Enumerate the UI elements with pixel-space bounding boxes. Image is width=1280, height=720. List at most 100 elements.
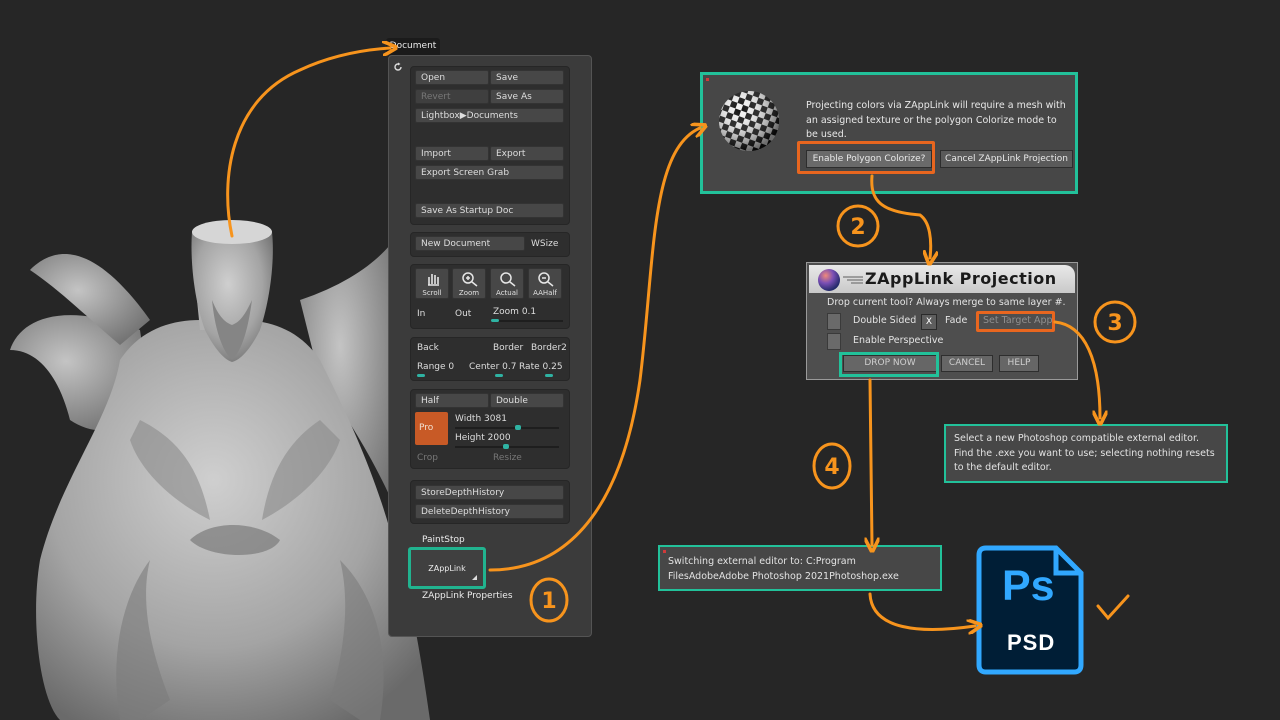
zapplink-properties-label[interactable]: ZAppLink Properties: [422, 591, 513, 601]
out-button[interactable]: Out: [455, 307, 471, 321]
size-group: Half Double Pro Width 3081 Height 2000 C…: [410, 389, 570, 469]
width-slider[interactable]: Width 3081: [455, 412, 507, 426]
width-slider-knob[interactable]: [515, 425, 521, 430]
open-button[interactable]: Open: [415, 70, 489, 85]
zoom-group: Scroll Zoom Actual AAHalf In Out Zoom 0.…: [410, 264, 570, 329]
range-slider[interactable]: Range 0: [417, 360, 454, 374]
zoom-icon-label: Zoom: [458, 289, 480, 297]
zoom-slider-fill: [491, 319, 499, 322]
center-slider-fill: [495, 374, 503, 377]
range-label: Range: [417, 362, 446, 372]
corner-triangle-icon: [472, 575, 477, 580]
status-text: Switching external editor to: C:Program …: [668, 556, 899, 582]
scroll-label: Scroll: [422, 289, 442, 297]
editor-switch-status: Switching external editor to: C:Program …: [658, 545, 942, 591]
rate-value: 0.25: [542, 362, 563, 372]
in-button[interactable]: In: [417, 307, 425, 321]
actual-label: Actual: [496, 289, 518, 297]
cancel-zapplink-projection-button[interactable]: Cancel ZAppLink Projection: [940, 150, 1073, 168]
aahalf-label: AAHalf: [533, 289, 557, 297]
range-value: 0: [448, 362, 455, 372]
rate-slider[interactable]: Rate 0.25: [519, 360, 563, 374]
sculpt-render: [10, 220, 430, 720]
depth-history-group: StoreDepthHistory DeleteDepthHistory: [410, 480, 570, 524]
file-group: Open Save Revert Save As Lightbox▶Docume…: [410, 66, 570, 225]
export-button[interactable]: Export: [490, 146, 564, 161]
magnify-half-icon: [538, 272, 554, 287]
zapplink-label: ZAppLink: [428, 564, 466, 573]
projection-help-button[interactable]: HELP: [999, 355, 1039, 372]
delete-depth-history-button[interactable]: DeleteDepthHistory: [415, 504, 564, 519]
zoom-slider-label[interactable]: Zoom 0.1: [493, 305, 536, 319]
import-button[interactable]: Import: [415, 146, 489, 161]
revert-button[interactable]: Revert: [415, 89, 489, 104]
hand-icon: [428, 274, 439, 286]
status-dot-icon: [663, 550, 666, 553]
enable-perspective-checkbox[interactable]: [827, 333, 841, 350]
new-document-button[interactable]: New Document: [415, 236, 525, 251]
magnify-plus-icon: [462, 272, 478, 287]
zoom-label: Zoom: [493, 307, 519, 317]
double-sided-label: Double Sided: [853, 315, 917, 326]
speed-lines-icon: [843, 276, 863, 284]
zapplink-sphere-icon: [818, 269, 840, 291]
width-value: 3081: [484, 414, 507, 424]
crop-button[interactable]: Crop: [417, 451, 438, 465]
set-target-app-tooltip: Select a new Photoshop compatible extern…: [944, 424, 1228, 483]
zoom-slider-track[interactable]: [491, 320, 563, 322]
back-button[interactable]: Back: [417, 341, 439, 355]
save-as-button[interactable]: Save As: [490, 89, 564, 104]
half-button[interactable]: Half: [415, 393, 489, 408]
export-screen-grab-button[interactable]: Export Screen Grab: [415, 165, 564, 180]
height-slider[interactable]: Height 2000: [455, 431, 511, 445]
height-value: 2000: [487, 433, 511, 443]
ps-logo-text: Ps: [1002, 562, 1055, 610]
enable-perspective-label: Enable Perspective: [853, 335, 944, 346]
rate-label: Rate: [519, 362, 540, 372]
lightbox-documents-button[interactable]: Lightbox▶Documents: [415, 108, 564, 123]
center-label: Center: [469, 362, 500, 372]
magnify-icon: [500, 272, 516, 287]
new-document-group: New Document WSize: [410, 232, 570, 257]
document-tab[interactable]: Document: [386, 38, 440, 55]
psd-label: PSD: [1007, 630, 1056, 655]
resize-button[interactable]: Resize: [493, 451, 522, 465]
close-dot-icon[interactable]: [706, 78, 709, 81]
actual-button[interactable]: Actual: [490, 268, 524, 299]
zoom-value: 0.1: [521, 307, 537, 317]
projection-subtitle: Drop current tool? Always merge to same …: [827, 297, 1066, 308]
width-slider-track: [455, 427, 559, 429]
fade-x-box[interactable]: X: [921, 314, 937, 330]
height-label: Height: [455, 433, 485, 443]
zoom-icon-button[interactable]: Zoom: [452, 268, 486, 299]
store-depth-history-button[interactable]: StoreDepthHistory: [415, 485, 564, 500]
paintstop-label[interactable]: PaintStop: [422, 535, 465, 545]
wsize-button[interactable]: WSize: [531, 237, 558, 251]
save-as-startup-doc-button[interactable]: Save As Startup Doc: [415, 203, 564, 218]
aahalf-button[interactable]: AAHalf: [528, 268, 562, 299]
notice-message: Projecting colors via ZAppLink will requ…: [806, 100, 1066, 140]
set-target-app-highlight: [976, 311, 1055, 332]
center-value: 0.7: [502, 362, 517, 372]
drop-now-highlight: [839, 352, 939, 377]
border-button[interactable]: Border: [493, 341, 523, 355]
projection-cancel-button[interactable]: CANCEL: [941, 355, 993, 372]
background-group: Back Border Border2 Range 0 Center 0.7 R…: [410, 337, 570, 381]
enable-polygon-colorize-highlight: [797, 141, 935, 174]
scroll-button[interactable]: Scroll: [415, 268, 449, 299]
pro-button[interactable]: Pro: [415, 412, 448, 445]
double-button[interactable]: Double: [490, 393, 564, 408]
height-slider-knob[interactable]: [503, 444, 509, 449]
refresh-icon[interactable]: [393, 62, 403, 72]
range-slider-fill: [417, 374, 425, 377]
border2-button[interactable]: Border2: [531, 341, 567, 355]
rate-slider-fill: [545, 374, 553, 377]
projection-header: ZAppLink Projection: [809, 265, 1075, 293]
save-button[interactable]: Save: [490, 70, 564, 85]
checker-sphere-icon: [719, 91, 779, 151]
double-sided-checkbox[interactable]: [827, 313, 841, 330]
zapplink-button[interactable]: ZAppLink: [408, 547, 486, 589]
fade-label: Fade: [945, 315, 968, 326]
center-slider[interactable]: Center 0.7: [469, 360, 517, 374]
width-label: Width: [455, 414, 482, 424]
